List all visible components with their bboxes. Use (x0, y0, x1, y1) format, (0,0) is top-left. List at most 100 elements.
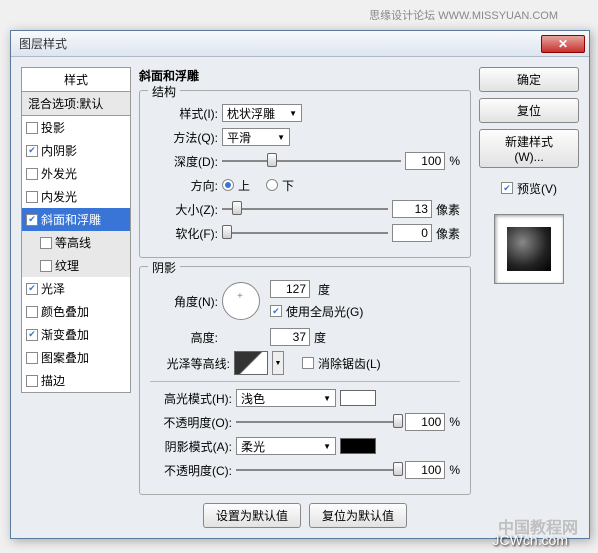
antialiased-label: 消除锯齿(L) (318, 355, 381, 372)
direction-up-radio[interactable] (222, 179, 234, 191)
blend-options-header[interactable]: 混合选项:默认 (21, 92, 131, 116)
size-label: 大小(Z): (150, 201, 218, 218)
direction-down-label: 下 (282, 177, 294, 194)
highlight-opacity-label: 不透明度(O): (150, 414, 232, 431)
style-checkbox[interactable] (40, 260, 52, 272)
style-label: 投影 (41, 119, 65, 136)
soften-slider[interactable] (222, 224, 388, 242)
titlebar[interactable]: 图层样式 ✕ (11, 31, 589, 57)
altitude-input[interactable] (270, 328, 310, 346)
style-checkbox[interactable] (26, 375, 38, 387)
soften-label: 软化(F): (150, 225, 218, 242)
style-checkbox[interactable] (26, 283, 38, 295)
shading-fieldset: 阴影 角度(N): 度 使用全局光(G) (139, 266, 471, 495)
shadow-opacity-input[interactable] (405, 461, 445, 479)
opacity-unit2: % (449, 463, 460, 477)
style-item-纹理[interactable]: 纹理 (22, 254, 130, 277)
chevron-down-icon: ▼ (323, 442, 331, 451)
styles-header[interactable]: 样式 (21, 67, 131, 92)
style-label: 渐变叠加 (41, 326, 89, 343)
style-select[interactable]: 枕状浮雕▼ (222, 104, 302, 122)
set-default-button[interactable]: 设置为默认值 (203, 503, 301, 528)
shadow-opacity-label: 不透明度(C): (150, 462, 232, 479)
style-item-斜面和浮雕[interactable]: 斜面和浮雕 (22, 208, 130, 231)
shadow-mode-select[interactable]: 柔光▼ (236, 437, 336, 455)
size-unit: 像素 (436, 201, 460, 218)
style-label: 样式(I): (150, 105, 218, 122)
antialiased-checkbox[interactable] (302, 357, 314, 369)
watermark-bottom: JCWcn.com (493, 532, 568, 548)
technique-label: 方法(Q): (150, 129, 218, 146)
highlight-mode-select[interactable]: 浅色▼ (236, 389, 336, 407)
cancel-button[interactable]: 复位 (479, 98, 579, 123)
angle-input[interactable] (270, 280, 310, 298)
highlight-color-swatch[interactable] (340, 390, 376, 406)
reset-default-button[interactable]: 复位为默认值 (309, 503, 407, 528)
style-label: 斜面和浮雕 (41, 211, 101, 228)
style-label: 内阴影 (41, 142, 77, 159)
shadow-mode-label: 阴影模式(A): (150, 438, 232, 455)
style-checkbox[interactable] (26, 214, 38, 226)
style-label: 光泽 (41, 280, 65, 297)
altitude-label: 高度: (150, 329, 218, 346)
contour-dropdown-arrow[interactable]: ▼ (272, 351, 284, 375)
style-list: 投影内阴影外发光内发光斜面和浮雕等高线纹理光泽颜色叠加渐变叠加图案叠加描边 (21, 116, 131, 393)
structure-fieldset: 结构 样式(I): 枕状浮雕▼ 方法(Q): 平滑▼ 深度(D): (139, 90, 471, 258)
shadow-color-swatch[interactable] (340, 438, 376, 454)
style-item-颜色叠加[interactable]: 颜色叠加 (22, 300, 130, 323)
highlight-opacity-slider[interactable] (236, 413, 401, 431)
dialog-title: 图层样式 (19, 35, 541, 52)
highlight-opacity-input[interactable] (405, 413, 445, 431)
style-item-等高线[interactable]: 等高线 (22, 231, 130, 254)
preview-box (494, 214, 564, 284)
style-checkbox[interactable] (26, 191, 38, 203)
shading-title: 阴影 (148, 259, 180, 276)
chevron-down-icon: ▼ (289, 109, 297, 118)
contour-picker[interactable] (234, 351, 268, 375)
angle-label: 角度(N): (150, 293, 218, 310)
style-item-投影[interactable]: 投影 (22, 116, 130, 139)
style-checkbox[interactable] (26, 329, 38, 341)
soften-input[interactable] (392, 224, 432, 242)
chevron-down-icon: ▼ (277, 133, 285, 142)
layer-style-dialog: 图层样式 ✕ 样式 混合选项:默认 投影内阴影外发光内发光斜面和浮雕等高线纹理光… (10, 30, 590, 539)
style-label: 描边 (41, 372, 65, 389)
style-item-渐变叠加[interactable]: 渐变叠加 (22, 323, 130, 346)
style-item-图案叠加[interactable]: 图案叠加 (22, 346, 130, 369)
style-item-描边[interactable]: 描边 (22, 369, 130, 392)
direction-down-radio[interactable] (266, 179, 278, 191)
style-checkbox[interactable] (26, 145, 38, 157)
soften-unit: 像素 (436, 225, 460, 242)
ok-button[interactable]: 确定 (479, 67, 579, 92)
angle-wheel[interactable] (222, 282, 260, 320)
style-label: 等高线 (55, 234, 91, 251)
right-panel: 确定 复位 新建样式(W)... 预览(V) (479, 67, 579, 528)
style-item-内发光[interactable]: 内发光 (22, 185, 130, 208)
structure-title: 结构 (148, 83, 180, 100)
altitude-unit: 度 (314, 329, 326, 346)
style-item-光泽[interactable]: 光泽 (22, 277, 130, 300)
style-checkbox[interactable] (26, 352, 38, 364)
size-slider[interactable] (222, 200, 388, 218)
style-checkbox[interactable] (40, 237, 52, 249)
style-item-外发光[interactable]: 外发光 (22, 162, 130, 185)
technique-select[interactable]: 平滑▼ (222, 128, 290, 146)
style-item-内阴影[interactable]: 内阴影 (22, 139, 130, 162)
depth-label: 深度(D): (150, 153, 218, 170)
close-button[interactable]: ✕ (541, 35, 585, 53)
new-style-button[interactable]: 新建样式(W)... (479, 129, 579, 168)
preview-swatch (507, 227, 551, 271)
shadow-opacity-slider[interactable] (236, 461, 401, 479)
style-label: 外发光 (41, 165, 77, 182)
style-checkbox[interactable] (26, 168, 38, 180)
depth-input[interactable] (405, 152, 445, 170)
global-light-checkbox[interactable] (270, 305, 282, 317)
style-checkbox[interactable] (26, 306, 38, 318)
watermark-top: 思缘设计论坛 WWW.MISSYUAN.COM (369, 7, 558, 23)
highlight-mode-label: 高光模式(H): (150, 390, 232, 407)
opacity-unit: % (449, 415, 460, 429)
depth-slider[interactable] (222, 152, 401, 170)
style-checkbox[interactable] (26, 122, 38, 134)
preview-checkbox[interactable] (501, 182, 513, 194)
size-input[interactable] (392, 200, 432, 218)
